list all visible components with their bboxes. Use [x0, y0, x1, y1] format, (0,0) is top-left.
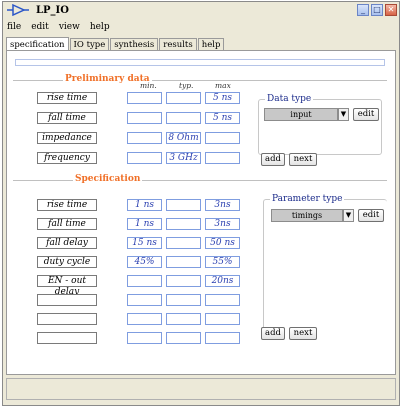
specification-title: Specification	[73, 174, 143, 184]
spec-en-typ[interactable]	[166, 275, 201, 287]
prelim-fall-min[interactable]	[127, 112, 162, 124]
prelim-label-impedance: impedance	[37, 132, 97, 144]
spec-empty2-typ[interactable]	[166, 313, 201, 325]
menu-edit[interactable]: edit	[31, 22, 49, 32]
menu-view[interactable]: view	[59, 22, 80, 32]
menu-bar: file edit view help	[7, 22, 110, 32]
prelim-add-button[interactable]: add	[261, 153, 285, 166]
spec-label-fall-delay: fall delay	[37, 237, 97, 249]
spec-next-button[interactable]: next	[289, 327, 317, 340]
menu-file[interactable]: file	[7, 22, 21, 32]
spec-label-rise-time: rise time	[37, 199, 97, 211]
prelim-fall-max[interactable]: 5 ns	[205, 112, 240, 124]
preliminary-title: Preliminary data	[63, 74, 152, 84]
spec-empty1-typ[interactable]	[166, 294, 201, 306]
spec-rise-typ[interactable]	[166, 199, 201, 211]
title-bar: LP_IO _ □ ✕	[3, 2, 399, 20]
spec-empty3-max[interactable]	[205, 332, 240, 344]
prelim-fall-typ[interactable]	[166, 112, 201, 124]
maximize-icon[interactable]: □	[371, 4, 383, 16]
spec-label-empty-1[interactable]	[37, 294, 97, 306]
data-type-group: Data type input ▼ edit	[258, 94, 382, 155]
spec-empty1-min[interactable]	[127, 294, 162, 306]
parameter-type-select[interactable]: timings	[271, 209, 343, 222]
spec-label-en-out-delay: EN - out delay	[37, 275, 97, 297]
prelim-label-rise-time: rise time	[37, 92, 97, 104]
spec-duty-min[interactable]: 45%	[127, 256, 162, 268]
data-type-edit-button[interactable]: edit	[353, 108, 379, 121]
tab-bar: specification IO type synthesis results …	[6, 37, 225, 52]
prelim-impedance-min[interactable]	[127, 132, 162, 144]
chevron-down-icon[interactable]: ▼	[343, 209, 354, 222]
spec-duty-max[interactable]: 55%	[205, 256, 240, 268]
parameter-type-group: Parameter type timings ▼ edit	[263, 194, 387, 339]
spec-label-duty-cycle: duty cycle	[37, 256, 97, 268]
spec-fall-max[interactable]: 3ns	[205, 218, 240, 230]
spec-empty1-max[interactable]	[205, 294, 240, 306]
chevron-down-icon[interactable]: ▼	[338, 108, 349, 121]
spec-en-max[interactable]: 20ns	[205, 275, 240, 287]
spec-fall-typ[interactable]	[166, 218, 201, 230]
prelim-frequency-min[interactable]	[127, 152, 162, 164]
spec-empty3-min[interactable]	[127, 332, 162, 344]
window-title: LP_IO	[36, 5, 69, 16]
prelim-label-frequency: frequency	[37, 152, 97, 164]
prelim-rise-max[interactable]: 5 ns	[205, 92, 240, 104]
prelim-frequency-typ[interactable]: 3 GHz	[166, 152, 201, 164]
spec-rise-min[interactable]: 1 ns	[127, 199, 162, 211]
prelim-frequency-max[interactable]	[205, 152, 240, 164]
spec-label-fall-time: fall time	[37, 218, 97, 230]
spec-duty-typ[interactable]	[166, 256, 201, 268]
data-type-select[interactable]: input	[264, 108, 338, 121]
spec-label-empty-3[interactable]	[37, 332, 97, 344]
data-type-group-title: Data type	[265, 94, 314, 104]
app-logo-icon	[7, 4, 29, 16]
parameter-type-edit-button[interactable]: edit	[358, 209, 384, 222]
spec-fall-min[interactable]: 1 ns	[127, 218, 162, 230]
col-min-header: min.	[140, 81, 157, 90]
spec-rise-max[interactable]: 3ns	[205, 199, 240, 211]
prelim-rise-min[interactable]	[127, 92, 162, 104]
close-icon[interactable]: ✕	[385, 4, 397, 16]
spec-label-empty-2[interactable]	[37, 313, 97, 325]
specification-section: Specification rise time 1 ns 3ns fall ti…	[13, 174, 387, 361]
prelim-rise-typ[interactable]	[166, 92, 201, 104]
spec-fall-delay-max[interactable]: 50 ns	[205, 237, 240, 249]
specification-page: Preliminary data min. typ. max rise time…	[6, 50, 396, 375]
minimize-icon[interactable]: _	[357, 4, 369, 16]
status-bar	[6, 378, 396, 400]
spec-empty3-typ[interactable]	[166, 332, 201, 344]
spec-en-min[interactable]	[127, 275, 162, 287]
spec-empty2-max[interactable]	[205, 313, 240, 325]
top-strip	[15, 59, 385, 66]
menu-help[interactable]: help	[90, 22, 110, 32]
prelim-impedance-typ[interactable]: 8 Ohm	[166, 132, 201, 144]
col-typ-header: typ.	[179, 81, 194, 90]
prelim-label-fall-time: fall time	[37, 112, 97, 124]
app-window: LP_IO _ □ ✕ file edit view help specific…	[2, 1, 400, 406]
spec-fall-delay-typ[interactable]	[166, 237, 201, 249]
parameter-type-group-title: Parameter type	[270, 194, 345, 204]
spec-empty2-min[interactable]	[127, 313, 162, 325]
spec-fall-delay-min[interactable]: 15 ns	[127, 237, 162, 249]
prelim-next-button[interactable]: next	[289, 153, 317, 166]
spec-add-button[interactable]: add	[261, 327, 285, 340]
col-max-header: max	[215, 81, 231, 90]
prelim-impedance-max[interactable]	[205, 132, 240, 144]
